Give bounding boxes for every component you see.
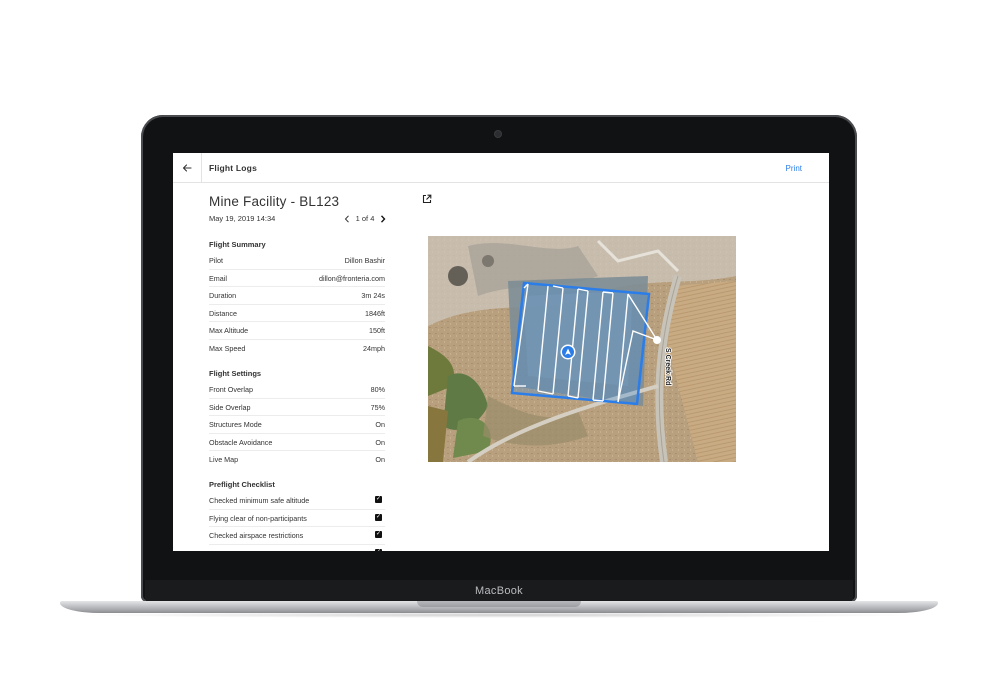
row-value: 75% <box>370 402 385 412</box>
summary-row-max-altitude: Max Altitude 150ft <box>209 322 385 340</box>
pager-label: 1 of 4 <box>355 214 375 223</box>
preflight-checklist-title: Preflight Checklist <box>209 480 275 489</box>
camera-icon <box>495 131 501 137</box>
row-label: Front Overlap <box>209 385 253 394</box>
top-bar-title: Flight Logs <box>209 163 257 173</box>
checklist-item: Flying clear of non-participants ✓ <box>209 510 385 527</box>
settings-row-front-overlap: Front Overlap 80% <box>209 381 385 399</box>
open-external-icon[interactable] <box>422 194 432 204</box>
checkbox-checked-icon[interactable]: ✓ <box>375 513 382 521</box>
flight-date: May 19, 2019 14:34 <box>209 214 276 223</box>
settings-row-structures-mode: Structures Mode On <box>209 416 385 434</box>
row-label: Live Map <box>209 455 239 464</box>
summary-row-duration: Duration 3m 24s <box>209 287 385 305</box>
settings-row-live-map: Live Map On <box>209 451 385 469</box>
row-label: Structures Mode <box>209 420 262 429</box>
row-value: 24mph <box>363 343 385 353</box>
log-pager: 1 of 4 <box>344 213 386 224</box>
flight-area-polygon[interactable] <box>510 281 651 406</box>
row-label: Duration <box>209 291 237 300</box>
laptop-brand-label: MacBook <box>475 585 523 597</box>
row-value: Dillon Bashir <box>344 256 385 265</box>
app-screen: Flight Logs Print Mine Facility - BL123 … <box>173 153 829 551</box>
flight-map[interactable]: S Creek Rd <box>428 236 736 462</box>
satellite-map-image: S Creek Rd <box>428 236 736 462</box>
row-label: Obstacle Avoidance <box>209 437 273 447</box>
row-label: Max Speed <box>209 343 246 353</box>
row-label: Pilot <box>209 256 223 265</box>
checkbox-checked-icon[interactable]: ✓ <box>375 496 382 503</box>
checkbox-checked-icon[interactable]: ✓ <box>375 548 382 551</box>
summary-row-distance: Distance 1846ft <box>209 305 385 322</box>
summary-row-pilot: Pilot Dillon Bashir <box>209 252 385 270</box>
checklist-label: Checked minimum safe altitude <box>209 496 310 505</box>
checklist-item: Checked minimum safe altitude ✓ <box>209 492 385 510</box>
flight-summary-title: Flight Summary <box>209 240 266 249</box>
chevron-right-icon[interactable] <box>380 214 386 223</box>
row-label: Side Overlap <box>209 402 251 412</box>
row-value: 3m 24s <box>361 291 385 300</box>
back-button[interactable] <box>173 153 202 182</box>
road-label: S Creek Rd <box>664 348 671 385</box>
checklist-label: Checked airspace restrictions <box>209 531 304 540</box>
checklist-item: Checked airspace restrictions ✓ <box>209 527 385 545</box>
page-title: Mine Facility - BL123 <box>209 194 340 209</box>
home-point-icon <box>653 336 661 344</box>
row-label: Email <box>209 273 227 283</box>
print-button[interactable]: Print <box>786 164 802 173</box>
row-value: On <box>375 455 385 464</box>
summary-row-max-speed: Max Speed 24mph <box>209 340 385 358</box>
top-bar: Flight Logs Print <box>173 153 829 183</box>
chevron-left-icon[interactable] <box>344 214 350 223</box>
row-value: dillon@fronteria.com <box>318 273 385 283</box>
checkbox-checked-icon[interactable]: ✓ <box>375 531 382 538</box>
settings-row-side-overlap: Side Overlap 75% <box>209 399 385 416</box>
summary-row-email: Email dillon@fronteria.com <box>209 270 385 287</box>
checklist-label: Flying clear of non-participants <box>209 513 307 523</box>
row-value: 80% <box>370 385 385 394</box>
row-value: 150ft <box>369 326 385 335</box>
flight-settings-title: Flight Settings <box>209 369 262 378</box>
row-value: On <box>375 420 385 429</box>
settings-row-obstacle-avoidance: Obstacle Avoidance On <box>209 434 385 451</box>
row-label: Max Altitude <box>209 326 249 335</box>
row-value: 1846ft <box>365 308 385 318</box>
arrow-left-icon <box>182 163 192 172</box>
row-value: On <box>375 437 385 447</box>
row-label: Distance <box>209 308 237 318</box>
checklist-item-partial: ✓ <box>209 545 385 551</box>
laptop-base-notch <box>417 601 581 607</box>
